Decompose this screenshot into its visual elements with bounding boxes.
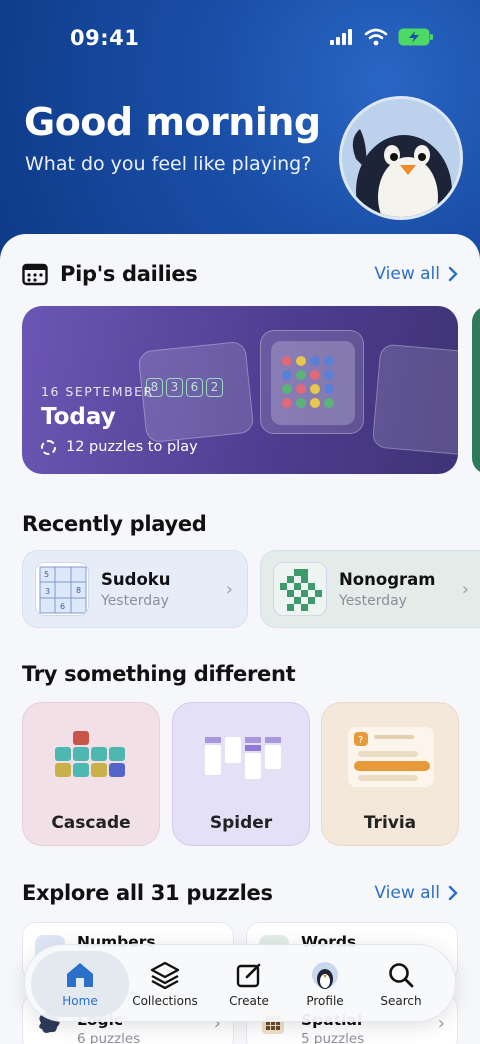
- content-sheet: Pip's dailies View all 8 3 6 2 16 SEPTEM…: [0, 234, 480, 1044]
- hero-header: 09:41 Good morning What do you feel like…: [0, 0, 480, 270]
- tab-profile[interactable]: Profile: [283, 951, 367, 1017]
- dailies-title: Pip's dailies: [60, 262, 198, 286]
- chevron-right-icon: [448, 266, 458, 282]
- tab-bar: Home Collections Create Profile Search: [24, 944, 456, 1022]
- recent-item-name: Nonogram: [339, 569, 436, 589]
- try-item-trivia[interactable]: ? Trivia: [321, 702, 459, 846]
- daily-puzzle-count: 12 puzzles to play: [41, 439, 198, 455]
- recent-item-when: Yesterday: [339, 592, 407, 609]
- digit-row: 8 3 6 2: [146, 378, 223, 397]
- recent-item-nonogram[interactable]: Nonogram Yesterday ›: [260, 550, 480, 628]
- greeting-title: Good morning: [24, 100, 321, 144]
- tab-label: Home: [62, 993, 98, 1008]
- try-title: Try something different: [22, 662, 296, 686]
- sudoku-grid-icon: 5 8 3 6: [39, 566, 87, 614]
- next-daily-card[interactable]: [472, 306, 480, 474]
- tab-label: Profile: [306, 993, 344, 1008]
- explore-title: Explore all 31 puzzles: [22, 881, 273, 905]
- explore-header: Explore all 31 puzzles View all: [22, 881, 458, 905]
- chevron-right-icon: [448, 885, 458, 901]
- signal-icon: [330, 29, 352, 45]
- daily-date: 16 SEPTEMBER: [41, 384, 154, 399]
- cascade-blocks-icon: [55, 731, 125, 777]
- try-item-label: Spider: [209, 813, 273, 833]
- greeting-subtitle: What do you feel like playing?: [25, 153, 312, 175]
- tab-create[interactable]: Create: [207, 951, 291, 1017]
- penguin-avatar-icon: [352, 129, 452, 217]
- tab-home[interactable]: Home: [31, 951, 129, 1017]
- sudoku-thumb: 5 8 3 6: [35, 562, 89, 616]
- sudoku-digit: 6: [60, 602, 65, 611]
- spider-cards-icon: [205, 737, 281, 779]
- tab-label: Search: [380, 993, 422, 1008]
- nonogram-grid-icon: [280, 569, 322, 611]
- chevron-right-icon: ›: [461, 579, 469, 600]
- sudoku-digit: 3: [45, 587, 50, 596]
- recent-header: Recently played: [22, 512, 458, 536]
- daily-today-label: Today: [41, 404, 116, 430]
- try-item-cascade[interactable]: Cascade: [22, 702, 160, 846]
- explore-item-count: 6 puzzles: [77, 1031, 141, 1044]
- svg-text:?: ?: [358, 735, 363, 746]
- chevron-right-icon: ›: [225, 579, 233, 600]
- search-icon: [389, 962, 414, 987]
- profile-avatar[interactable]: [339, 96, 463, 220]
- try-item-label: Trivia: [363, 813, 417, 833]
- try-item-label: Cascade: [51, 813, 131, 833]
- tab-collections[interactable]: Collections: [123, 951, 207, 1017]
- try-item-spider[interactable]: Spider: [172, 702, 310, 846]
- explore-view-all-link[interactable]: View all: [374, 883, 458, 903]
- progress-ring-icon: [41, 439, 56, 455]
- status-time: 09:41: [70, 26, 140, 50]
- battery-charging-icon: [398, 28, 433, 46]
- recent-item-when: Yesterday: [101, 592, 169, 609]
- digit-box: 3: [166, 378, 183, 397]
- tab-label: Collections: [132, 993, 198, 1008]
- daily-count-label: 12 puzzles to play: [66, 439, 198, 455]
- dailies-view-all-link[interactable]: View all: [374, 264, 458, 284]
- penguin-icon: [312, 961, 338, 989]
- digit-box: 6: [186, 378, 203, 397]
- recent-title: Recently played: [22, 512, 207, 536]
- sudoku-digit: 5: [44, 570, 49, 579]
- calendar-icon: [22, 263, 48, 286]
- view-all-label: View all: [374, 264, 440, 284]
- colored-dots-icon: [271, 341, 355, 425]
- try-header: Try something different: [22, 662, 458, 686]
- digit-box: 2: [206, 378, 223, 397]
- daily-today-card[interactable]: 8 3 6 2 16 SEPTEMBER Today 12 puzzles to…: [22, 306, 458, 474]
- tab-label: Create: [229, 993, 269, 1008]
- recent-item-name: Sudoku: [101, 569, 171, 589]
- status-bar: 09:41: [0, 0, 480, 70]
- home-icon: [67, 962, 93, 987]
- layers-icon: [150, 961, 180, 989]
- grid-tile: [371, 343, 458, 457]
- view-all-label: View all: [374, 883, 440, 903]
- nonogram-thumb: [273, 562, 327, 616]
- sudoku-digit: 8: [76, 586, 81, 595]
- status-icons: [330, 28, 434, 46]
- tab-search[interactable]: Search: [359, 951, 443, 1017]
- recent-item-sudoku[interactable]: 5 8 3 6 Sudoku Yesterday ›: [22, 550, 248, 628]
- dailies-header: Pip's dailies View all: [22, 262, 458, 286]
- trivia-quiz-icon: ?: [348, 727, 434, 787]
- edit-icon: [236, 963, 261, 987]
- explore-item-count: 5 puzzles: [301, 1031, 365, 1044]
- wifi-icon: [364, 28, 388, 46]
- dots-tile: [260, 330, 364, 434]
